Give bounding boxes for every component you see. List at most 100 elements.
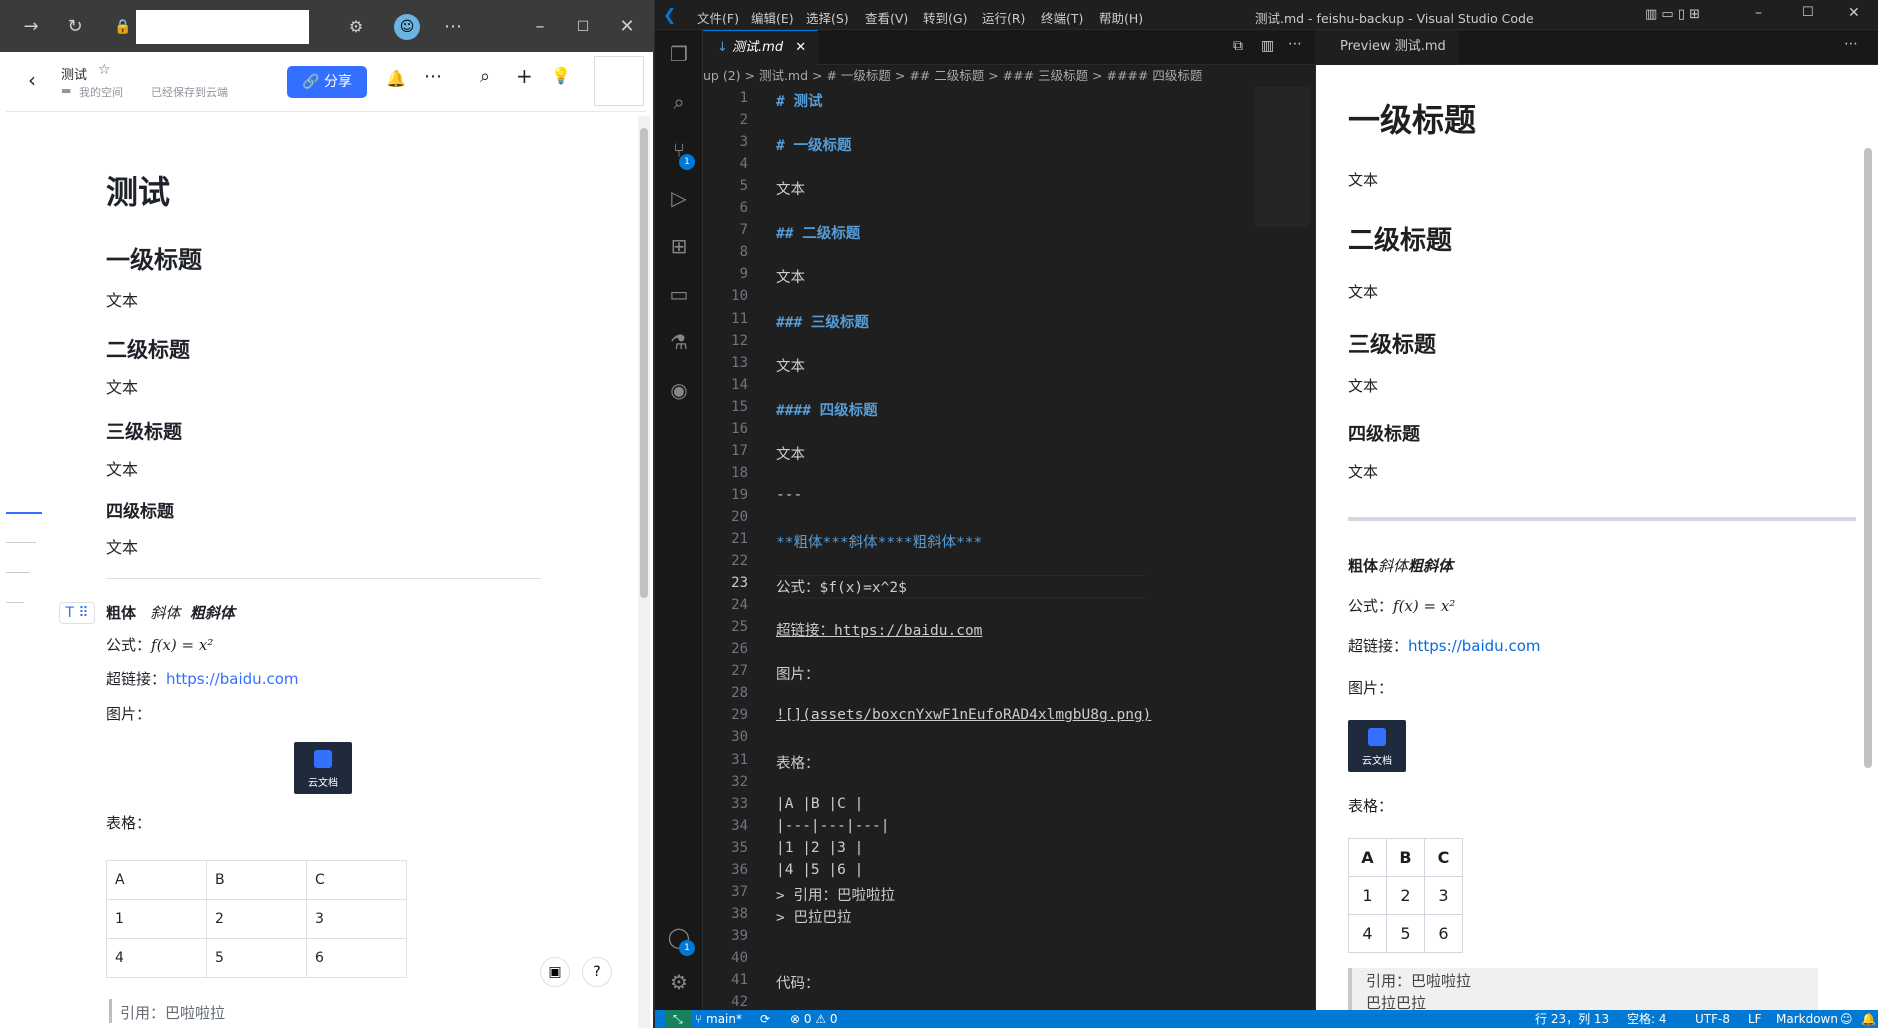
code-editor[interactable]: 1 # 测试 2 3 # 一级标题 4 5 文本 6 7 ## 二级标题 8 9 文本 10 11 ### 三级… [703,87,1315,1010]
star-icon[interactable]: ☆ [98,62,111,78]
layout-icon[interactable]: ▥ ▭ ▯ ⊞ [1645,7,1700,22]
doc-image[interactable]: 云文档 [294,742,352,794]
indentation[interactable]: 空格: 4 [1627,1010,1667,1028]
code-line[interactable]: 文本 [776,443,805,464]
share-button[interactable]: 🔗 分享 [287,66,367,98]
open-preview-icon[interactable]: ⧉ [1233,38,1243,54]
code-line[interactable]: # 测试 [776,90,822,111]
markdown-preview[interactable]: 一级标题 文本 二级标题 文本 三级标题 文本 四级标题 文本 粗体斜体粗斜体 … [1316,65,1878,1010]
sync-icon[interactable]: ⟳ [760,1010,770,1028]
code-line[interactable]: 表格： [776,752,820,773]
search-icon[interactable]: ⌕ [480,66,490,87]
menu-help[interactable]: 帮助(H) [1099,8,1143,27]
language-mode[interactable]: Markdown [1776,1010,1838,1028]
browser-scrollbar[interactable] [638,116,650,1028]
settings-gear-icon[interactable]: ⚙ [667,970,691,994]
run-debug-icon[interactable]: ▷ [667,186,691,210]
more-options-icon[interactable]: ⋯ [424,66,442,87]
menu-run[interactable]: 运行(R) [982,8,1025,27]
explorer-icon[interactable]: ❐ [667,42,691,66]
space-link[interactable]: 我的空间 [79,84,123,100]
more-actions-icon[interactable]: ⋯ [1288,36,1302,52]
testing-icon[interactable]: ⚗ [667,330,691,354]
extensions-icon[interactable]: ⊞ [667,234,691,258]
code-line[interactable]: 代码： [776,972,820,993]
code-line[interactable]: ## 二级标题 [776,222,860,243]
search-icon[interactable]: ⌕ [667,90,691,114]
block-handle[interactable]: T ⠿ [59,602,95,624]
remote-explorer-icon[interactable]: ▭ [667,282,691,306]
menu-terminal[interactable]: 终端(T) [1041,8,1083,27]
close-icon[interactable]: ✕ [614,14,640,40]
outline-indicator[interactable] [6,512,42,514]
minimap[interactable] [1255,87,1313,287]
bell-icon[interactable]: 🔔 [386,69,406,88]
breadcrumb[interactable]: up (2) > 测试.md > # 一级标题 > ## 二级标题 > ### … [703,65,1315,87]
table-cell[interactable]: 3 [306,899,407,939]
minimize-icon[interactable]: – [527,14,553,40]
encoding[interactable]: UTF-8 [1695,1010,1730,1028]
table-cell[interactable]: 2 [206,899,307,939]
table-cell[interactable]: B [206,860,307,900]
problems-indicator[interactable]: ⊗ 0 ⚠ 0 [790,1010,838,1028]
tab-test-md[interactable]: ↓ 测试.md ✕ [703,30,818,65]
code-line[interactable]: # 一级标题 [776,134,851,155]
preview-scrollbar[interactable] [1864,148,1872,768]
code-line[interactable]: 公式：$f(x)=x^2$ [776,575,1146,599]
hyperlink[interactable]: https://baidu.com [1408,637,1540,655]
notifications-icon[interactable]: 🔔 [1861,1010,1876,1028]
code-line[interactable]: #### 四级标题 [776,399,878,420]
back-icon[interactable]: ‹ [28,68,36,92]
code-line[interactable]: |4 |5 |6 | [776,862,863,878]
cursor-position[interactable]: 行 23，列 13 [1535,1010,1609,1028]
feedback-icon[interactable]: ☺ [1840,1010,1853,1028]
minimap-slider[interactable] [1255,87,1310,227]
code-line[interactable]: |---|---|---| [776,818,890,834]
reload-icon[interactable]: ↻ [62,14,88,40]
code-line[interactable]: > 巴拉巴拉 [776,906,851,927]
code-line[interactable]: |1 |2 |3 | [776,840,863,856]
table-cell[interactable]: 6 [306,938,407,978]
lightbulb-icon[interactable]: 💡 [551,66,571,85]
maximize-icon[interactable]: ☐ [1802,5,1814,20]
tab-preview[interactable]: Preview 测试.md ✕ [1316,30,1458,88]
menu-edit[interactable]: 编辑(E) [751,8,794,27]
tab-close-icon[interactable]: ✕ [795,40,806,55]
minimize-icon[interactable]: – [1755,5,1762,21]
forward-icon[interactable]: → [18,14,44,40]
menu-file[interactable]: 文件(F) [697,8,739,27]
code-line[interactable]: 超链接：https://baidu.com [776,619,982,640]
code-line[interactable]: 文本 [776,178,805,199]
profile-icon[interactable]: ☺ [394,14,420,40]
menu-view[interactable]: 查看(V) [865,8,908,27]
code-line[interactable]: ![](assets/boxcnYxwF1nEufoRAD4xlmgbU8g.p… [776,707,1151,723]
code-line[interactable]: > 引用：巴啦啦拉 [776,884,895,905]
code-line[interactable]: 文本 [776,355,805,376]
table-cell[interactable]: A [106,860,207,900]
table-cell[interactable]: 5 [206,938,307,978]
remote-indicator-icon[interactable]: ⤡ [665,1010,691,1028]
menu-go[interactable]: 转到(G) [923,8,967,27]
doc-table[interactable]: ABC 123 456 [106,860,407,978]
code-line[interactable]: --- [776,487,802,503]
doc-helper-icon[interactable]: ▣ [540,957,570,987]
branch-indicator[interactable]: ⑂ main* [695,1010,742,1028]
code-line[interactable]: 图片： [776,663,820,684]
end-of-line[interactable]: LF [1748,1010,1762,1028]
scrollbar-thumb[interactable] [640,128,648,598]
add-icon[interactable]: + [516,64,533,88]
code-line[interactable]: |A |B |C | [776,796,863,812]
extension-icon[interactable]: ⚙ [343,14,369,40]
code-line[interactable]: ### 三级标题 [776,311,869,332]
avatar[interactable] [594,56,644,106]
address-bar[interactable] [136,10,309,44]
close-icon[interactable]: ✕ [1848,5,1860,21]
table-cell[interactable]: 4 [106,938,207,978]
table-cell[interactable]: C [306,860,407,900]
menu-selection[interactable]: 选择(S) [806,8,849,27]
more-icon[interactable]: ⋯ [440,14,466,40]
code-line[interactable]: 文本 [776,266,805,287]
table-cell[interactable]: 1 [106,899,207,939]
maximize-icon[interactable]: ☐ [570,14,596,40]
hyperlink[interactable]: https://baidu.com [166,670,298,688]
